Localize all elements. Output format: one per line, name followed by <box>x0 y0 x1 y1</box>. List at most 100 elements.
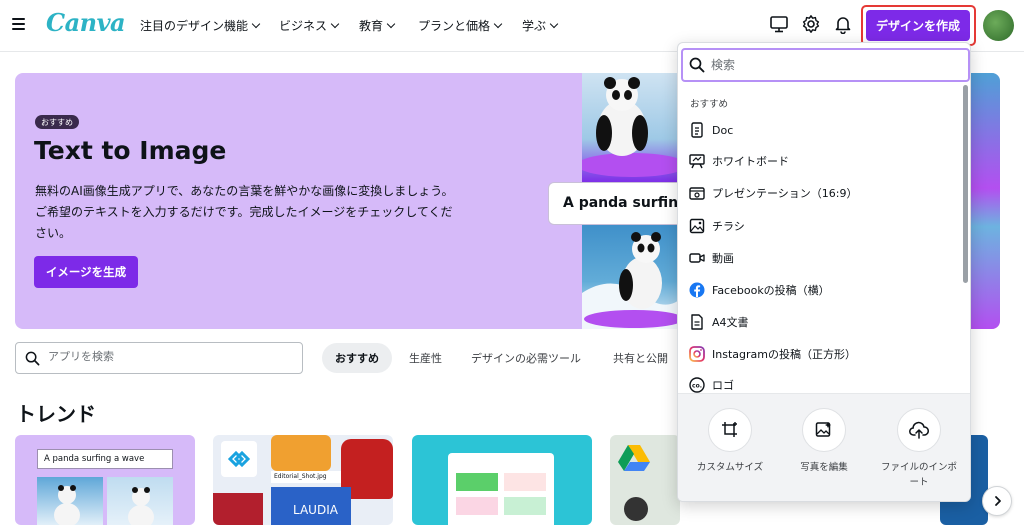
design-type-label: プレゼンテーション（16:9） <box>712 187 858 200</box>
image-icon <box>688 217 706 235</box>
dropdown-scrollbar[interactable] <box>963 85 968 283</box>
design-type-label: Facebookの投稿（横） <box>712 284 830 297</box>
chip-recommended[interactable]: おすすめ <box>322 343 392 373</box>
nav-featured-features[interactable]: 注目のデザイン機能 <box>140 17 261 34</box>
chip-design-essentials[interactable]: デザインの必需ツール <box>458 343 594 373</box>
presentation-icon <box>688 184 706 202</box>
card-panda-image <box>37 477 103 525</box>
search-icon <box>689 57 705 73</box>
facebook-icon <box>688 281 706 299</box>
design-type-label: Doc <box>712 123 734 137</box>
nav-learn[interactable]: 学ぶ <box>522 17 559 34</box>
chevron-down-icon <box>549 19 559 29</box>
design-type-whiteboard[interactable]: ホワイトボード <box>678 146 962 176</box>
custom-size-action[interactable]: カスタムサイズ <box>690 408 770 475</box>
panda-surfing-image <box>582 223 688 329</box>
upload-cloud-icon <box>897 408 941 452</box>
trend-heading: トレンド <box>16 402 96 426</box>
menu-icon[interactable] <box>12 18 25 30</box>
video-icon <box>688 249 706 267</box>
custom-size-icon <box>708 408 752 452</box>
design-type-label: Instagramの投稿（正方形） <box>712 348 856 361</box>
card-panda-image-2 <box>107 477 173 525</box>
avatar[interactable] <box>983 10 1014 41</box>
design-type-video[interactable]: 動画 <box>678 243 962 273</box>
scroll-right-button[interactable] <box>982 486 1012 516</box>
nav-label: プランと価格 <box>418 19 491 33</box>
design-type-presentation[interactable]: プレゼンテーション（16:9） <box>678 178 962 208</box>
design-type-label: ロゴ <box>712 379 734 392</box>
design-type-doc[interactable]: Doc <box>678 115 962 145</box>
nav-education[interactable]: 教育 <box>359 17 396 34</box>
create-design-dropdown: おすすめ Doc ホワイトボード プレゼンテーション（16:9） チラシ 動画 … <box>677 42 971 502</box>
bag-image <box>271 435 331 471</box>
logo-icon: co. <box>688 376 706 394</box>
generate-image-button[interactable]: イメージを生成 <box>34 256 138 288</box>
doc-icon <box>688 121 706 139</box>
fruit-preview <box>448 453 554 525</box>
action-label: 写真を編集 <box>800 462 848 473</box>
red-bag-image-2 <box>213 493 263 525</box>
app-logo-icon <box>221 441 257 477</box>
canva-logo[interactable]: Canva <box>46 8 126 37</box>
import-file-action[interactable]: ファイルのインポート <box>879 408 959 490</box>
nav-pricing[interactable]: プランと価格 <box>418 17 503 34</box>
action-label: ファイルのインポート <box>880 462 957 488</box>
chip-productivity[interactable]: 生産性 <box>396 343 455 373</box>
hero-description: 無料のAI画像生成アプリで、あなたの言葉を鮮やかな画像に変換しましょう。ご希望の… <box>35 184 454 240</box>
fruit-tile <box>456 473 498 491</box>
google-drive-icon <box>618 445 650 471</box>
design-type-instagram-post[interactable]: Instagramの投稿（正方形） <box>678 339 962 369</box>
trend-card-drive[interactable] <box>610 435 680 525</box>
action-label: カスタムサイズ <box>696 462 764 473</box>
fruit-tile-3 <box>456 497 498 515</box>
nav-label: 注目のデザイン機能 <box>140 19 249 33</box>
chevron-down-icon <box>493 19 503 29</box>
design-type-a4-document[interactable]: A4文書 <box>678 307 962 337</box>
design-search-box[interactable] <box>681 48 970 82</box>
chevron-down-icon <box>251 19 261 29</box>
search-icon <box>25 351 40 366</box>
bell-icon[interactable] <box>833 14 853 34</box>
design-type-flyer[interactable]: チラシ <box>678 211 962 241</box>
create-design-button[interactable]: デザインを作成 <box>866 10 970 41</box>
edit-photo-action[interactable]: 写真を編集 <box>784 408 864 475</box>
instagram-icon <box>688 345 706 363</box>
nav-label: 教育 <box>359 19 384 33</box>
document-icon <box>688 313 706 331</box>
app-search-box[interactable] <box>15 342 303 374</box>
play-icon <box>624 497 648 521</box>
design-type-label: 動画 <box>712 252 734 265</box>
svg-text:co.: co. <box>692 383 702 390</box>
chevron-down-icon <box>330 19 340 29</box>
card-prompt: A panda surfing a wave <box>37 449 173 469</box>
chip-share-publish[interactable]: 共有と公開 <box>600 343 681 373</box>
nav-label: 学ぶ <box>522 19 547 33</box>
nav-label: ビジネス <box>279 19 328 33</box>
trend-card-editorial[interactable]: Editorial_Shot.jpg LAUDIA <box>213 435 393 525</box>
fruit-tile-4 <box>504 497 546 515</box>
whiteboard-icon <box>688 152 706 170</box>
panda-image <box>582 73 688 183</box>
recommended-section-label: おすすめ <box>690 99 729 110</box>
chevron-right-icon <box>995 496 1001 506</box>
nav-business[interactable]: ビジネス <box>279 17 340 34</box>
brand-logo-text: LAUDIA <box>271 487 351 525</box>
design-type-facebook-post[interactable]: Facebookの投稿（横） <box>678 275 962 305</box>
design-type-label: ホワイトボード <box>712 155 789 168</box>
app-search-input[interactable] <box>48 350 288 363</box>
design-type-label: チラシ <box>712 220 745 233</box>
chevron-down-icon <box>386 19 396 29</box>
hero-title: Text to Image <box>34 136 227 165</box>
file-name-label: Editorial_Shot.jpg <box>271 471 341 483</box>
dropdown-actions: カスタムサイズ 写真を編集 ファイルのインポート <box>678 393 970 501</box>
gear-icon[interactable] <box>801 14 821 34</box>
trend-card-text-to-image[interactable]: A panda surfing a wave <box>15 435 195 525</box>
desktop-app-icon[interactable] <box>769 14 789 34</box>
edit-photo-icon <box>802 408 846 452</box>
design-search-input[interactable] <box>711 58 951 72</box>
fruit-tile-2 <box>504 473 546 491</box>
design-type-label: A4文書 <box>712 316 749 329</box>
trend-card-fruit[interactable] <box>412 435 592 525</box>
recommended-badge: おすすめ <box>35 115 79 129</box>
